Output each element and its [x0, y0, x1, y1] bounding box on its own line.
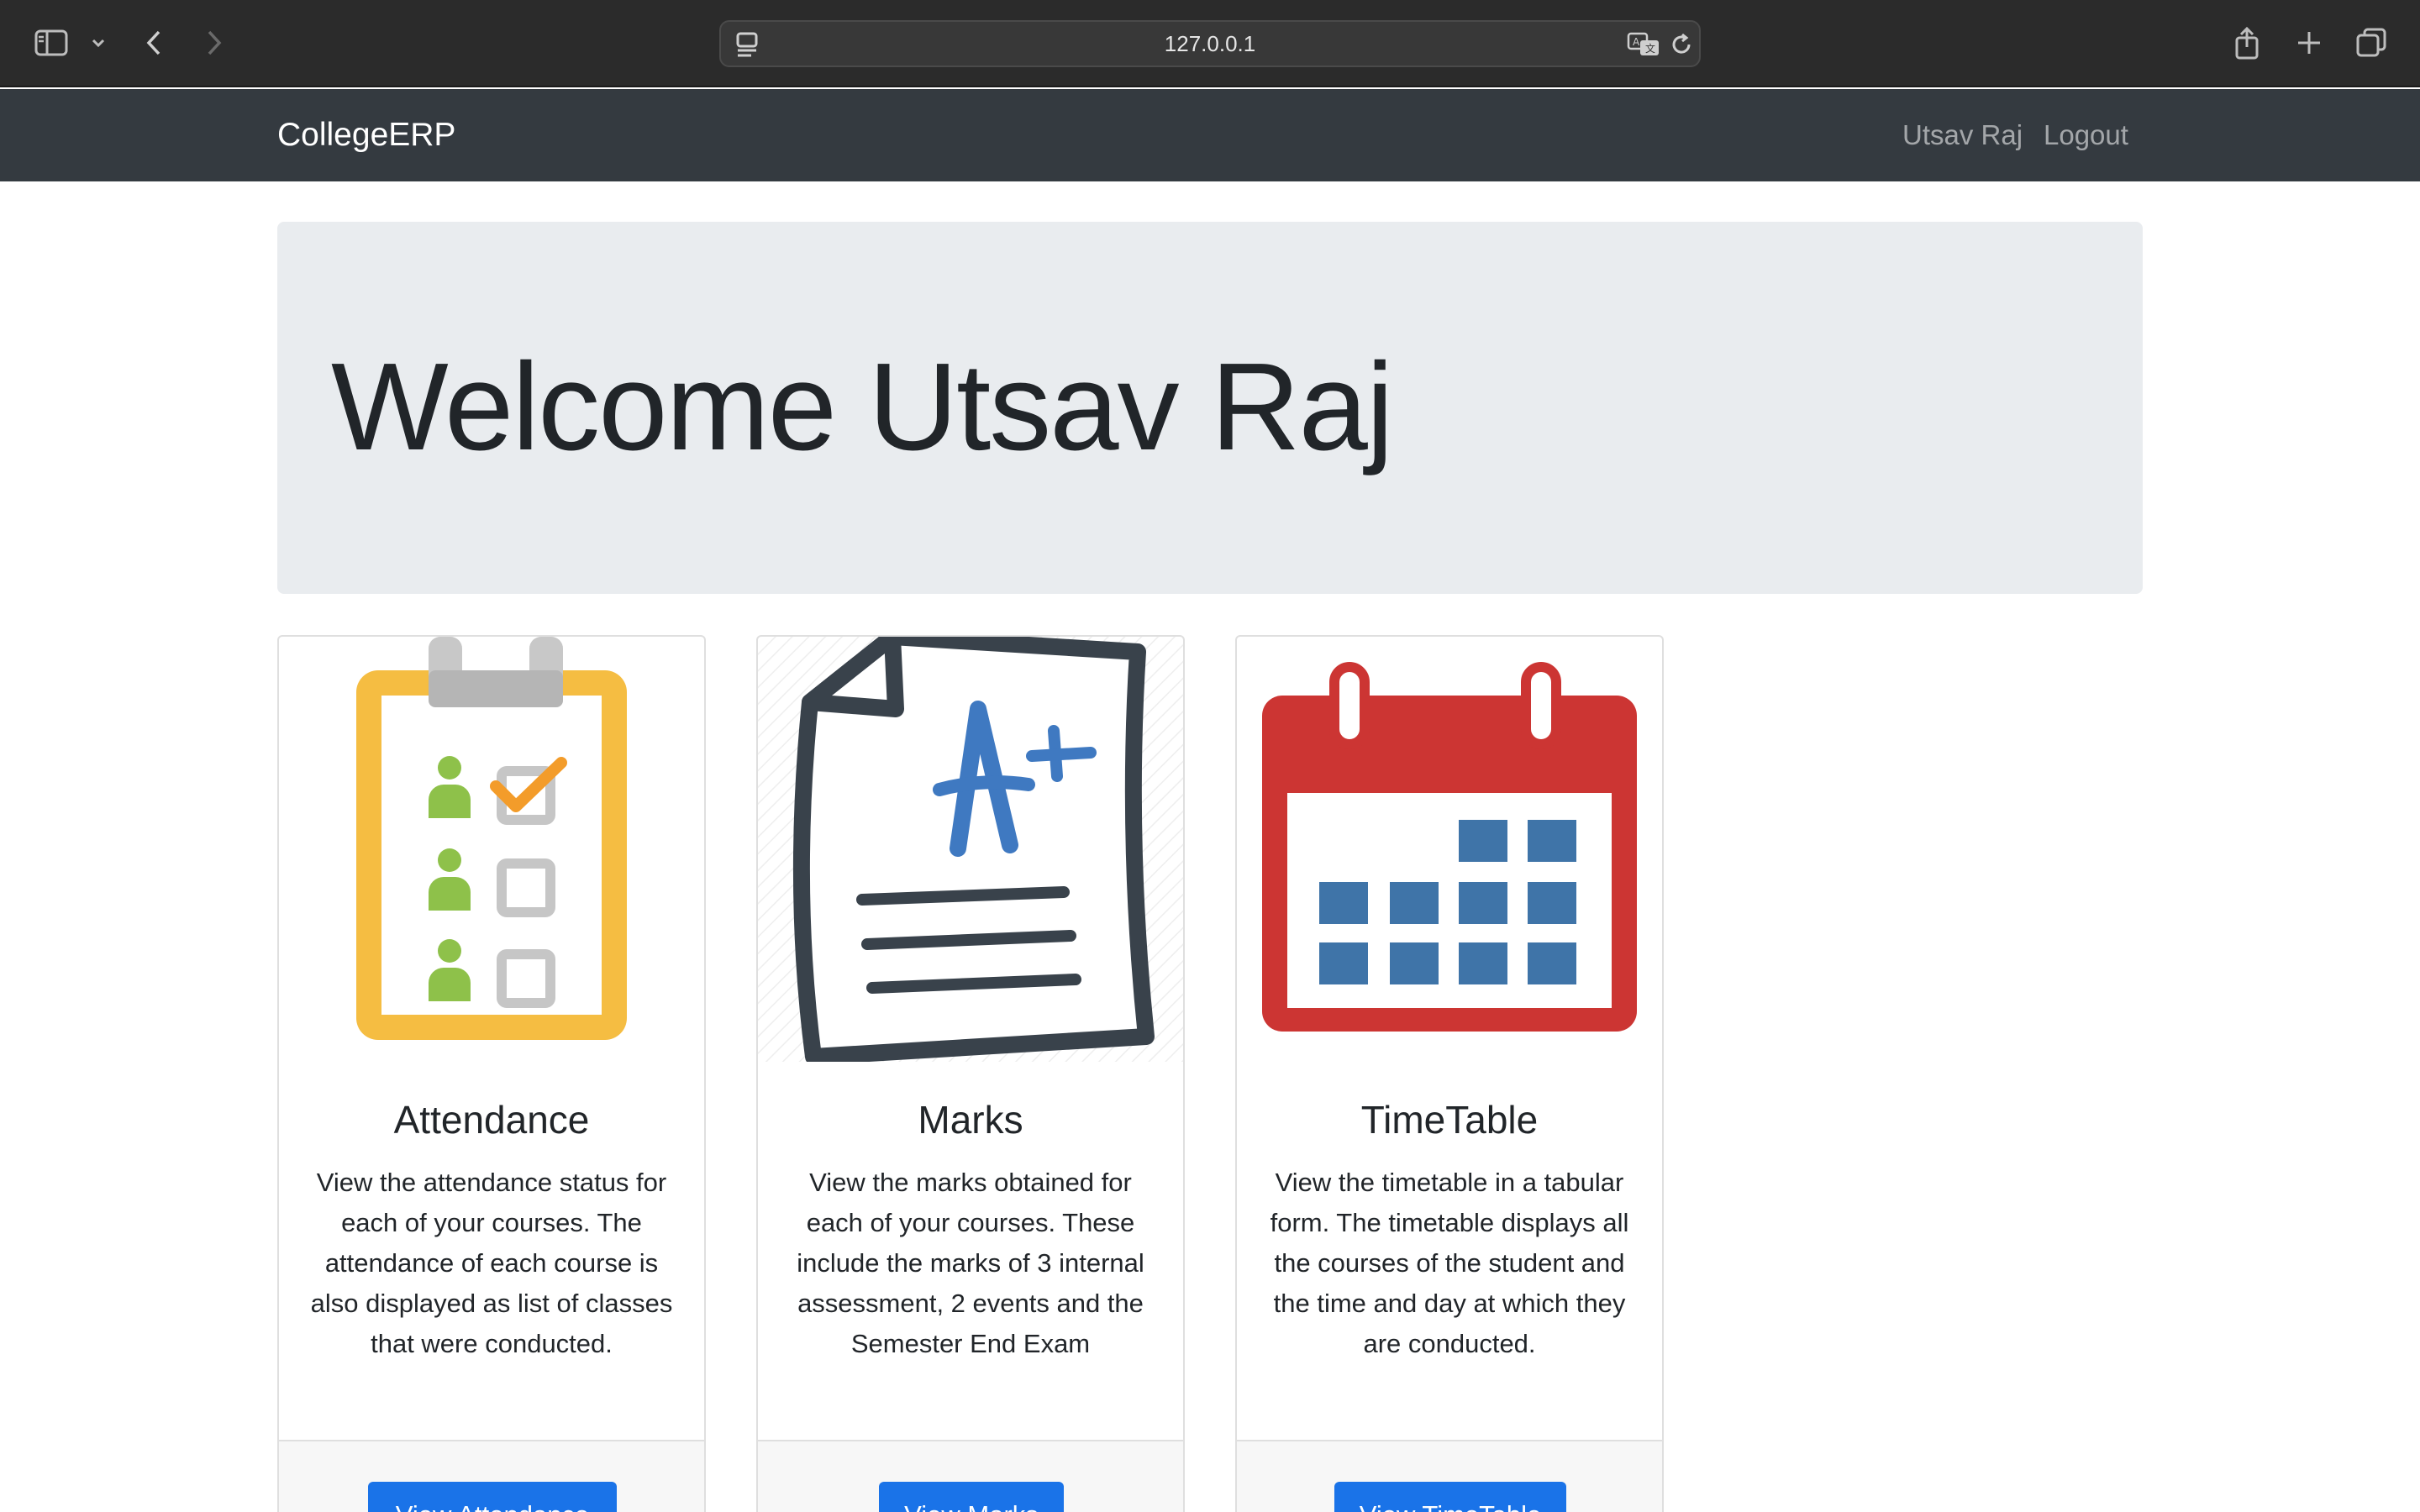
url-text: 127.0.0.1	[1164, 31, 1256, 56]
marks-paper-icon	[758, 637, 1183, 1065]
nav-user-link[interactable]: Utsav Raj	[1902, 89, 2023, 181]
back-arrow-icon[interactable]	[141, 22, 166, 64]
welcome-heading: Welcome Utsav Raj	[331, 338, 1394, 476]
attendance-card-text: View the attendance status for each of y…	[310, 1168, 673, 1358]
reload-icon[interactable]	[1669, 32, 1694, 61]
attendance-clipboard-icon	[279, 637, 704, 1062]
marks-card-title: Marks	[918, 1098, 1023, 1142]
timetable-card-title: TimeTable	[1360, 1098, 1539, 1142]
view-attendance-button[interactable]: View Attendance	[368, 1482, 617, 1512]
chevron-down-icon[interactable]	[87, 22, 109, 64]
forward-arrow-icon[interactable]	[202, 22, 227, 64]
share-icon[interactable]	[2232, 22, 2262, 64]
nav-logout-link[interactable]: Logout	[2044, 89, 2128, 181]
attendance-card-title: Attendance	[393, 1098, 590, 1142]
address-bar[interactable]: 127.0.0.1 A文	[719, 20, 1701, 67]
svg-text:文: 文	[1645, 42, 1655, 55]
sidebar-toggle-icon[interactable]	[32, 22, 71, 64]
welcome-jumbotron: Welcome Utsav Raj	[277, 222, 2143, 594]
timetable-card: TimeTable View the timetable in a tabula…	[1235, 635, 1664, 1512]
calendar-icon	[1237, 637, 1662, 1062]
marks-card: Marks View the marks obtained for each o…	[756, 635, 1185, 1512]
new-tab-icon[interactable]	[2294, 22, 2324, 64]
browser-toolbar: 127.0.0.1 A文	[0, 0, 2420, 87]
navbar-brand[interactable]: CollegeERP	[277, 89, 455, 181]
svg-text:A: A	[1633, 36, 1640, 48]
translate-icon[interactable]: A文	[1627, 32, 1660, 61]
attendance-card: Attendance View the attendance status fo…	[277, 635, 706, 1512]
view-marks-button[interactable]: View Marks	[879, 1482, 1064, 1512]
tab-overview-icon[interactable]	[2354, 22, 2388, 64]
marks-card-text: View the marks obtained for each of your…	[797, 1168, 1144, 1358]
navbar: CollegeERP Utsav Raj Logout	[0, 89, 2420, 181]
timetable-card-text: View the timetable in a tabular form. Th…	[1270, 1168, 1629, 1358]
view-timetable-button[interactable]: View TimeTable	[1334, 1482, 1566, 1512]
